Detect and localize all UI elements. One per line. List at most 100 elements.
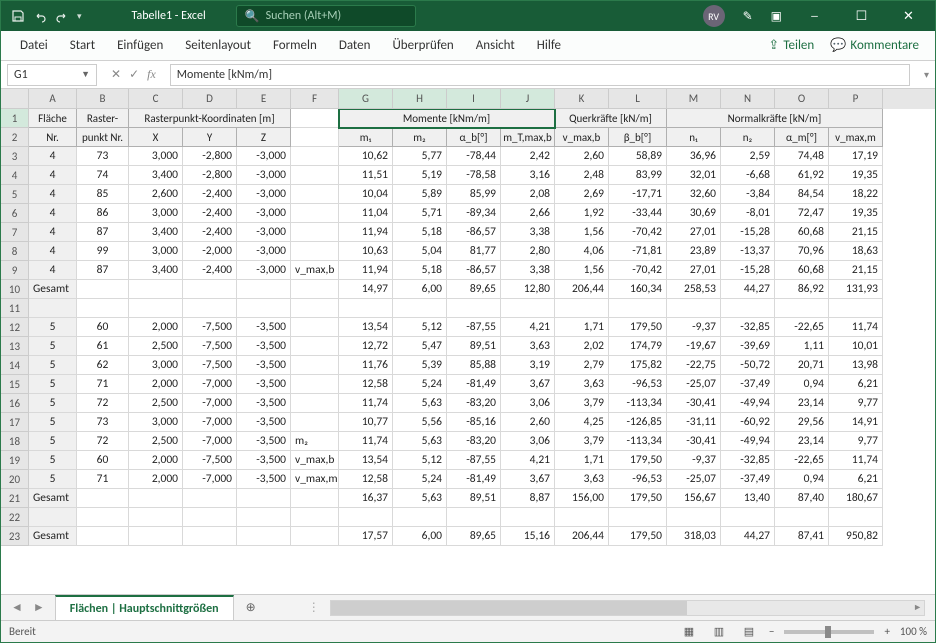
cell-G7[interactable]: 11,94 [339, 223, 393, 242]
hdr2-N[interactable]: n₂ [721, 128, 775, 147]
hdr2-P[interactable]: v_max,m [829, 128, 883, 147]
cell-F13[interactable] [291, 337, 339, 356]
cell-C6[interactable]: 3,000 [129, 204, 183, 223]
cell-A23[interactable]: Gesamt [29, 527, 77, 546]
cell-M7[interactable]: 27,01 [667, 223, 721, 242]
cell-D21[interactable] [183, 489, 237, 508]
col-header-N[interactable]: N [721, 89, 775, 109]
cell-E23[interactable] [237, 527, 291, 546]
row-header-1[interactable]: 1 [1, 109, 29, 128]
cell-D11[interactable] [183, 299, 237, 318]
cell-F22[interactable] [291, 508, 339, 527]
cell-M18[interactable]: -30,41 [667, 432, 721, 451]
cell-E18[interactable]: -3,500 [237, 432, 291, 451]
cell-P12[interactable]: 11,74 [829, 318, 883, 337]
zoom-in-button[interactable]: + [884, 625, 889, 638]
cell-D22[interactable] [183, 508, 237, 527]
cell-N21[interactable]: 13,40 [721, 489, 775, 508]
cell-C4[interactable]: 3,400 [129, 166, 183, 185]
col-header-K[interactable]: K [555, 89, 609, 109]
cell-K23[interactable]: 206,44 [555, 527, 609, 546]
cell-M10[interactable]: 258,53 [667, 280, 721, 299]
cell-N7[interactable]: -15,28 [721, 223, 775, 242]
cell-O17[interactable]: 29,56 [775, 413, 829, 432]
cell-O12[interactable]: -22,65 [775, 318, 829, 337]
row-header-6[interactable]: 6 [1, 204, 29, 223]
row-header-19[interactable]: 19 [1, 451, 29, 470]
cell-D4[interactable]: -2,800 [183, 166, 237, 185]
cell-K4[interactable]: 2,48 [555, 166, 609, 185]
cell-F6[interactable] [291, 204, 339, 223]
ribbon-tab-daten[interactable]: Daten [328, 31, 382, 61]
cell-L23[interactable]: 179,50 [609, 527, 667, 546]
maximize-button[interactable]: ☐ [839, 1, 884, 31]
cell-F15[interactable] [291, 375, 339, 394]
row-header-2[interactable]: 2 [1, 128, 29, 147]
cell-I21[interactable]: 89,51 [447, 489, 501, 508]
cell-O14[interactable]: 20,71 [775, 356, 829, 375]
cell-B9[interactable]: 87 [77, 261, 129, 280]
hdr2-G[interactable]: m₁ [339, 128, 393, 147]
cell-E5[interactable]: -3,000 [237, 185, 291, 204]
cell-M8[interactable]: 23,89 [667, 242, 721, 261]
cell-J3[interactable]: 2,42 [501, 147, 555, 166]
cell-O19[interactable]: -22,65 [775, 451, 829, 470]
col-header-P[interactable]: P [829, 89, 883, 109]
cell-G13[interactable]: 12,72 [339, 337, 393, 356]
cell-B19[interactable]: 60 [77, 451, 129, 470]
cell-J20[interactable]: 3,67 [501, 470, 555, 489]
cell-G15[interactable]: 12,58 [339, 375, 393, 394]
cell-I18[interactable]: -83,20 [447, 432, 501, 451]
cell-O22[interactable] [775, 508, 829, 527]
cell-A22[interactable] [29, 508, 77, 527]
cell-F12[interactable] [291, 318, 339, 337]
share-button[interactable]: ⇪Teilen [760, 38, 822, 53]
cell-C5[interactable]: 2,600 [129, 185, 183, 204]
cell-K19[interactable]: 1,71 [555, 451, 609, 470]
cell-P16[interactable]: 9,77 [829, 394, 883, 413]
cell-J11[interactable] [501, 299, 555, 318]
view-pagebreak-icon[interactable]: ▤ [739, 624, 759, 640]
cell-O5[interactable]: 84,54 [775, 185, 829, 204]
cell-N11[interactable] [721, 299, 775, 318]
cell-F10[interactable] [291, 280, 339, 299]
cell-H17[interactable]: 5,56 [393, 413, 447, 432]
ribbon-tab-ansicht[interactable]: Ansicht [465, 31, 526, 61]
cell-H7[interactable]: 5,18 [393, 223, 447, 242]
ribbon-tab-start[interactable]: Start [59, 31, 106, 61]
cell-H12[interactable]: 5,12 [393, 318, 447, 337]
cell-N10[interactable]: 44,27 [721, 280, 775, 299]
cell-H10[interactable]: 6,00 [393, 280, 447, 299]
cell-E17[interactable]: -3,500 [237, 413, 291, 432]
cell-I14[interactable]: 85,88 [447, 356, 501, 375]
formula-expand-icon[interactable]: ▾ [918, 68, 935, 81]
cell-F7[interactable] [291, 223, 339, 242]
cell-E14[interactable]: -3,500 [237, 356, 291, 375]
cell-A8[interactable]: 4 [29, 242, 77, 261]
cell-I16[interactable]: -83,20 [447, 394, 501, 413]
cell-C16[interactable]: 2,500 [129, 394, 183, 413]
cell-L12[interactable]: 179,50 [609, 318, 667, 337]
cell-I12[interactable]: -87,55 [447, 318, 501, 337]
cell-G12[interactable]: 13,54 [339, 318, 393, 337]
cell-I23[interactable]: 89,65 [447, 527, 501, 546]
save-icon[interactable] [11, 9, 25, 23]
row-header-15[interactable]: 15 [1, 375, 29, 394]
cell-F18[interactable]: m₂ [291, 432, 339, 451]
cell-J14[interactable]: 3,19 [501, 356, 555, 375]
cell-H5[interactable]: 5,89 [393, 185, 447, 204]
cell-K5[interactable]: 2,69 [555, 185, 609, 204]
redo-icon[interactable] [55, 9, 69, 23]
cell-E9[interactable]: -3,000 [237, 261, 291, 280]
cell-M9[interactable]: 27,01 [667, 261, 721, 280]
cell-B16[interactable]: 72 [77, 394, 129, 413]
cell-N5[interactable]: -3,84 [721, 185, 775, 204]
cell-P19[interactable]: 11,74 [829, 451, 883, 470]
cell-E13[interactable]: -3,500 [237, 337, 291, 356]
cell-M11[interactable] [667, 299, 721, 318]
cell-A15[interactable]: 5 [29, 375, 77, 394]
cell-P4[interactable]: 19,35 [829, 166, 883, 185]
hdr2-O[interactable]: α_m[°] [775, 128, 829, 147]
cell-F1[interactable] [291, 109, 339, 128]
cell-A3[interactable]: 4 [29, 147, 77, 166]
